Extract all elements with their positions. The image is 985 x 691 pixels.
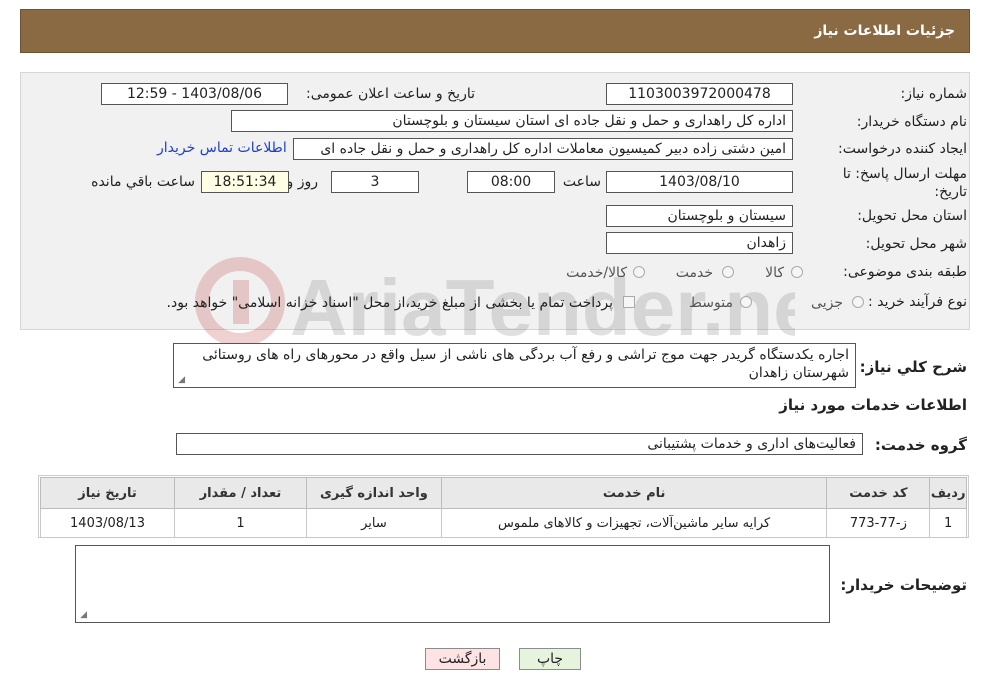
service-group-field: فعالیت‌های اداری و خدمات پشتیبانی <box>176 433 863 455</box>
description-textarea[interactable]: اجاره یکدستگاه گریدر جهت موج تراشی و رفع… <box>173 343 856 388</box>
services-table: ردیف کد خدمت نام خدمت واحد اندازه گیری ت… <box>39 477 967 538</box>
need-number-field: 1103003972000478 <box>606 83 793 105</box>
announce-date-label: تاریخ و ساعت اعلان عمومی: <box>306 86 475 102</box>
page-title: جزئیات اطلاعات نیاز <box>814 23 955 39</box>
process-type-label: نوع فرآیند خرید : <box>868 294 967 310</box>
category-goods-service-label: کالا/خدمت <box>566 265 627 281</box>
page-header: جزئیات اطلاعات نیاز <box>20 9 970 53</box>
remaining-time-field: 18:51:34 <box>201 171 289 193</box>
deadline-label-date: تاریخ: <box>934 184 967 200</box>
col-header-service-name: نام خدمت <box>440 477 828 509</box>
city-field: زاهدان <box>606 232 793 254</box>
back-button[interactable]: بازگشت <box>425 648 500 670</box>
announce-date-field: 1403/08/06 - 12:59 <box>101 83 288 105</box>
process-minor-radio[interactable] <box>852 296 864 308</box>
cell-service-code: ز-77-773 <box>826 508 931 538</box>
service-group-label: گروه خدمت: <box>874 436 967 454</box>
services-section-title: اطلاعات خدمات مورد نياز <box>779 396 967 414</box>
cell-unit: سایر <box>305 508 442 538</box>
process-medium-radio[interactable] <box>740 296 752 308</box>
treasury-payment-note: پرداخت تمام یا بخشی از مبلغ خرید،از محل … <box>166 295 613 311</box>
buyer-org-label: نام دستگاه خریدار: <box>856 114 967 130</box>
category-service-radio[interactable] <box>722 266 734 278</box>
cell-quantity: 1 <box>174 508 307 538</box>
buyer-org-field: اداره کل راهداری و حمل و نقل جاده ای است… <box>231 110 793 132</box>
buyer-notes-textarea[interactable]: ◢ <box>75 545 830 623</box>
col-header-need-date: تاریخ نیاز <box>39 477 176 509</box>
deadline-time-label: ساعت <box>562 174 601 190</box>
resize-handle-icon[interactable]: ◢ <box>176 376 185 385</box>
days-label: روز و <box>286 174 319 190</box>
deadline-date-field: 1403/08/10 <box>606 171 793 193</box>
table-header-row: ردیف کد خدمت نام خدمت واحد اندازه گیری ت… <box>39 477 967 509</box>
col-header-unit: واحد اندازه گیری <box>305 477 442 509</box>
deadline-time-field: 08:00 <box>467 171 555 193</box>
treasury-payment-checkbox[interactable] <box>623 296 635 308</box>
col-header-row-number: ردیف <box>929 477 967 509</box>
days-remaining-field: 3 <box>331 171 419 193</box>
creator-label: ایجاد کننده درخواست: <box>838 141 967 157</box>
province-label: استان محل تحویل: <box>857 208 967 224</box>
category-goods-service-radio[interactable] <box>633 266 645 278</box>
resize-handle-icon[interactable]: ◢ <box>78 611 87 620</box>
table-row: 1 ز-77-773 کرایه سایر ماشین‌آلات، تجهیزا… <box>39 508 967 538</box>
creator-field: امین دشتی زاده دبیر کمیسیون معاملات ادار… <box>293 138 793 160</box>
print-button[interactable]: چاپ <box>519 648 581 670</box>
cell-need-date: 1403/08/13 <box>39 508 176 538</box>
process-medium-label: متوسط <box>689 295 733 311</box>
col-header-service-code: کد خدمت <box>826 477 931 509</box>
city-label: شهر محل تحویل: <box>865 236 967 252</box>
category-label: طبقه بندی موضوعی: <box>843 264 967 280</box>
province-field: سیستان و بلوچستان <box>606 205 793 227</box>
description-label: شرح کلي نياز: <box>859 358 967 376</box>
cell-row-number: 1 <box>929 508 967 538</box>
deadline-label: مهلت ارسال پاسخ: تا <box>842 166 967 182</box>
category-goods-radio[interactable] <box>791 266 803 278</box>
category-service-label: خدمت <box>675 265 713 281</box>
need-number-label: شماره نیاز: <box>900 86 968 102</box>
process-minor-label: جزیی <box>811 295 843 311</box>
remaining-time-label: ساعت باقي مانده <box>91 174 195 190</box>
category-goods-label: کالا <box>765 265 784 281</box>
description-text: اجاره یکدستگاه گریدر جهت موج تراشی و رفع… <box>202 347 849 381</box>
col-header-quantity: تعداد / مقدار <box>174 477 307 509</box>
buyer-contact-link[interactable]: اطلاعات تماس خریدار <box>157 140 287 156</box>
buyer-notes-label: توضیحات خریدار: <box>840 576 967 594</box>
cell-service-name: کرایه سایر ماشین‌آلات، تجهیزات و کالاهای… <box>440 508 828 538</box>
